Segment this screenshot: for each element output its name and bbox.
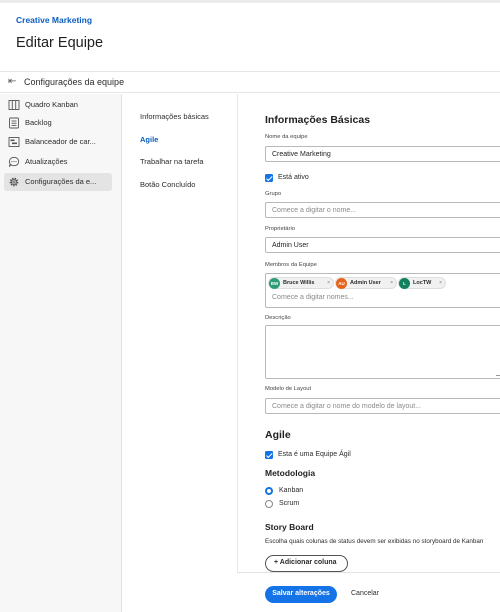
avatar: AU xyxy=(336,278,347,289)
group-placeholder: Comece a digitar o nome... xyxy=(272,207,357,214)
remove-member-icon[interactable]: × xyxy=(327,280,330,286)
kanban-radio[interactable] xyxy=(265,487,273,495)
subnav-done-button[interactable]: Botão Concluído xyxy=(140,180,195,189)
kanban-board-icon xyxy=(8,100,20,110)
backlog-icon xyxy=(9,117,19,129)
owner-field[interactable]: Admin User xyxy=(265,237,500,253)
back-row[interactable]: ⇤ Configurações da equipe xyxy=(0,71,500,93)
is-active-checkbox[interactable] xyxy=(265,174,273,182)
save-button-label: Salvar alterações xyxy=(272,590,330,597)
member-chip[interactable]: BW Bruce Willis × xyxy=(268,277,334,289)
page-title: Editar Equipe xyxy=(16,35,104,51)
team-name-field[interactable]: Creative Marketing xyxy=(265,146,500,162)
form-footer: Salvar alterações Cancelar xyxy=(237,572,500,612)
team-name-value: Creative Marketing xyxy=(272,151,331,158)
remove-member-icon[interactable]: × xyxy=(439,280,442,286)
add-column-button[interactable]: + Adicionar coluna xyxy=(265,555,348,572)
remove-member-icon[interactable]: × xyxy=(390,280,393,286)
is-active-label: Está ativo xyxy=(278,174,309,181)
add-column-label: + Adicionar coluna xyxy=(274,559,337,566)
sidebar-item-team-settings[interactable]: Configurações da e... xyxy=(4,173,112,191)
settings-content: Informações Básicas Nome da equipe Creat… xyxy=(237,94,500,612)
group-input[interactable]: Comece a digitar o nome... xyxy=(265,202,500,218)
avatar: BW xyxy=(269,278,280,289)
sidebar-item-label: Quadro Kanban xyxy=(25,100,78,109)
page-header: Creative Marketing Editar Equipe xyxy=(0,3,500,69)
sidebar-item-kanban[interactable]: Quadro Kanban xyxy=(4,96,112,114)
subnav-basic-info[interactable]: Informações básicas xyxy=(140,112,209,121)
scrum-radio-label: Scrum xyxy=(279,500,300,507)
updates-icon xyxy=(8,156,20,167)
sidebar-item-label: Backlog xyxy=(25,118,52,127)
cancel-button[interactable]: Cancelar xyxy=(351,590,379,597)
member-name: Bruce Willis xyxy=(283,280,315,286)
agile-team-checkbox[interactable] xyxy=(265,451,273,459)
layout-template-label: Modelo de Layout xyxy=(265,386,312,392)
members-placeholder: Comece a digitar nomes... xyxy=(272,294,354,301)
avatar: L xyxy=(399,278,410,289)
storyboard-heading: Story Board xyxy=(265,522,314,532)
resize-handle-icon[interactable] xyxy=(496,370,500,376)
member-name: LocTW xyxy=(413,280,432,286)
kanban-radio-label: Kanban xyxy=(279,487,304,494)
sidebar-item-backlog[interactable]: Backlog xyxy=(4,114,112,132)
sidebar: Quadro Kanban Backlog Balanceador de car… xyxy=(0,94,122,612)
save-button[interactable]: Salvar alterações xyxy=(265,586,337,603)
layout-template-input[interactable]: Comece a digitar o nome do modelo de lay… xyxy=(265,398,500,414)
scrum-radio[interactable] xyxy=(265,500,273,508)
members-field[interactable]: BW Bruce Willis × AU Admin User × L LocT… xyxy=(265,273,500,308)
settings-subnav: Informações básicas Agile Trabalhar na t… xyxy=(123,94,236,612)
back-label: Configurações da equipe xyxy=(24,77,125,87)
layout-template-placeholder: Comece a digitar o nome do modelo de lay… xyxy=(272,403,422,410)
storyboard-description: Escolha quais colunas de status devem se… xyxy=(265,538,484,545)
subnav-work-on-task[interactable]: Trabalhar na tarefa xyxy=(140,157,204,166)
sidebar-item-label: Balanceador de car... xyxy=(25,137,96,146)
sidebar-item-workload-balancer[interactable]: Balanceador de car... xyxy=(4,133,112,151)
basic-info-heading: Informações Básicas xyxy=(265,114,371,126)
team-name-link[interactable]: Creative Marketing xyxy=(16,15,92,25)
owner-label: Proprietário xyxy=(265,226,295,232)
methodology-heading: Metodologia xyxy=(265,468,316,478)
description-label: Descrição xyxy=(265,315,291,321)
sidebar-item-label: Atualizações xyxy=(25,157,68,166)
description-textarea[interactable] xyxy=(265,325,500,379)
group-label: Grupo xyxy=(265,191,282,197)
member-chip[interactable]: L LocTW × xyxy=(398,277,446,289)
agile-team-label: Esta é uma Equipe Ágil xyxy=(278,451,351,458)
member-name: Admin User xyxy=(350,280,381,286)
owner-value: Admin User xyxy=(272,242,309,249)
sidebar-item-label: Configurações da e... xyxy=(25,177,97,186)
back-arrow-icon[interactable]: ⇤ xyxy=(8,76,16,87)
members-label: Membros da Equipe xyxy=(265,262,317,268)
sidebar-item-updates[interactable]: Atualizações xyxy=(4,153,112,171)
workload-balancer-icon xyxy=(8,137,20,147)
gear-icon xyxy=(9,177,19,187)
member-chip[interactable]: AU Admin User × xyxy=(335,277,397,289)
subnav-agile[interactable]: Agile xyxy=(140,135,158,144)
agile-heading: Agile xyxy=(265,429,291,441)
team-name-label: Nome da equipe xyxy=(265,134,308,140)
